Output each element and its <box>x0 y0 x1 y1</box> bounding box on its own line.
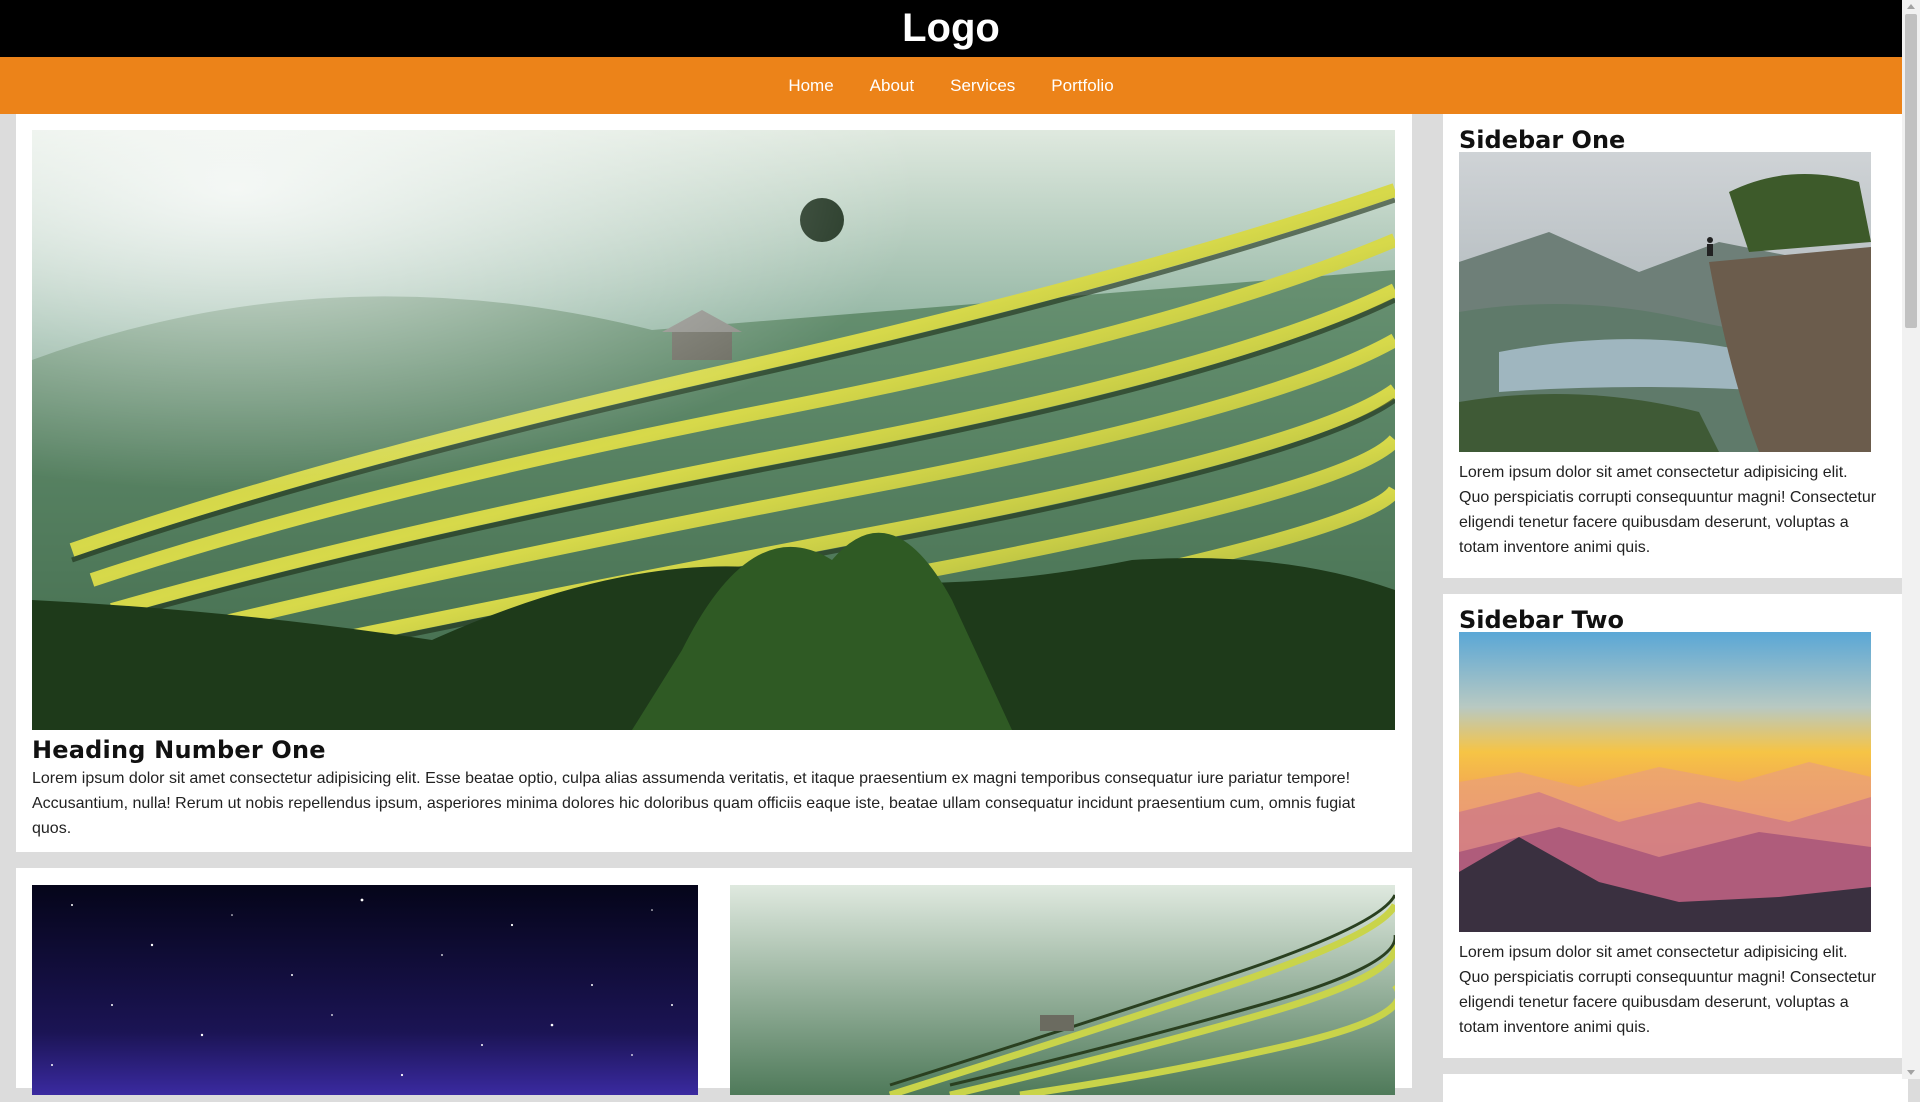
starry-night-image <box>32 885 698 1095</box>
main-article-card: Heading Number One Lorem ipsum dolor sit… <box>16 114 1412 852</box>
sidebar-one-card: Sidebar One Lorem ipsum dolor sit amet c… <box>1443 114 1908 578</box>
sidebar-two-card: Sidebar Two Lorem ipsum dolor sit amet c… <box>1443 594 1908 1058</box>
sunset-mountains-image <box>1459 632 1871 932</box>
sidebar-three-card <box>1443 1074 1908 1102</box>
nav-portfolio-link[interactable]: Portfolio <box>1051 76 1113 96</box>
main-paragraph: Lorem ipsum dolor sit amet consectetur a… <box>32 770 1356 837</box>
image-grid-card <box>16 868 1412 1095</box>
sidebar-one-title: Sidebar One <box>1459 126 1626 154</box>
scroll-thumb[interactable] <box>1905 14 1917 328</box>
sidebar-one-paragraph: Lorem ipsum dolor sit amet consectetur a… <box>1459 464 1877 556</box>
nav-home-link[interactable]: Home <box>788 76 833 96</box>
scroll-down-arrow-icon[interactable] <box>1907 1070 1915 1075</box>
nav-services-link[interactable]: Services <box>950 76 1015 96</box>
main-nav: Home About Services Portfolio <box>0 57 1902 114</box>
page-scrollbar[interactable] <box>1902 0 1920 1079</box>
fjord-cliff-image <box>1459 152 1871 452</box>
rice-terraces-image-small <box>730 885 1395 1095</box>
sidebar-two-paragraph: Lorem ipsum dolor sit amet consectetur a… <box>1459 944 1877 1036</box>
main-heading: Heading Number One <box>32 736 326 764</box>
rice-terraces-image <box>32 130 1395 730</box>
scroll-up-arrow-icon[interactable] <box>1907 4 1915 9</box>
sidebar-two-title: Sidebar Two <box>1459 606 1624 634</box>
site-header: Logo <box>0 0 1902 57</box>
logo[interactable]: Logo <box>0 0 1902 57</box>
nav-about-link[interactable]: About <box>870 76 914 96</box>
